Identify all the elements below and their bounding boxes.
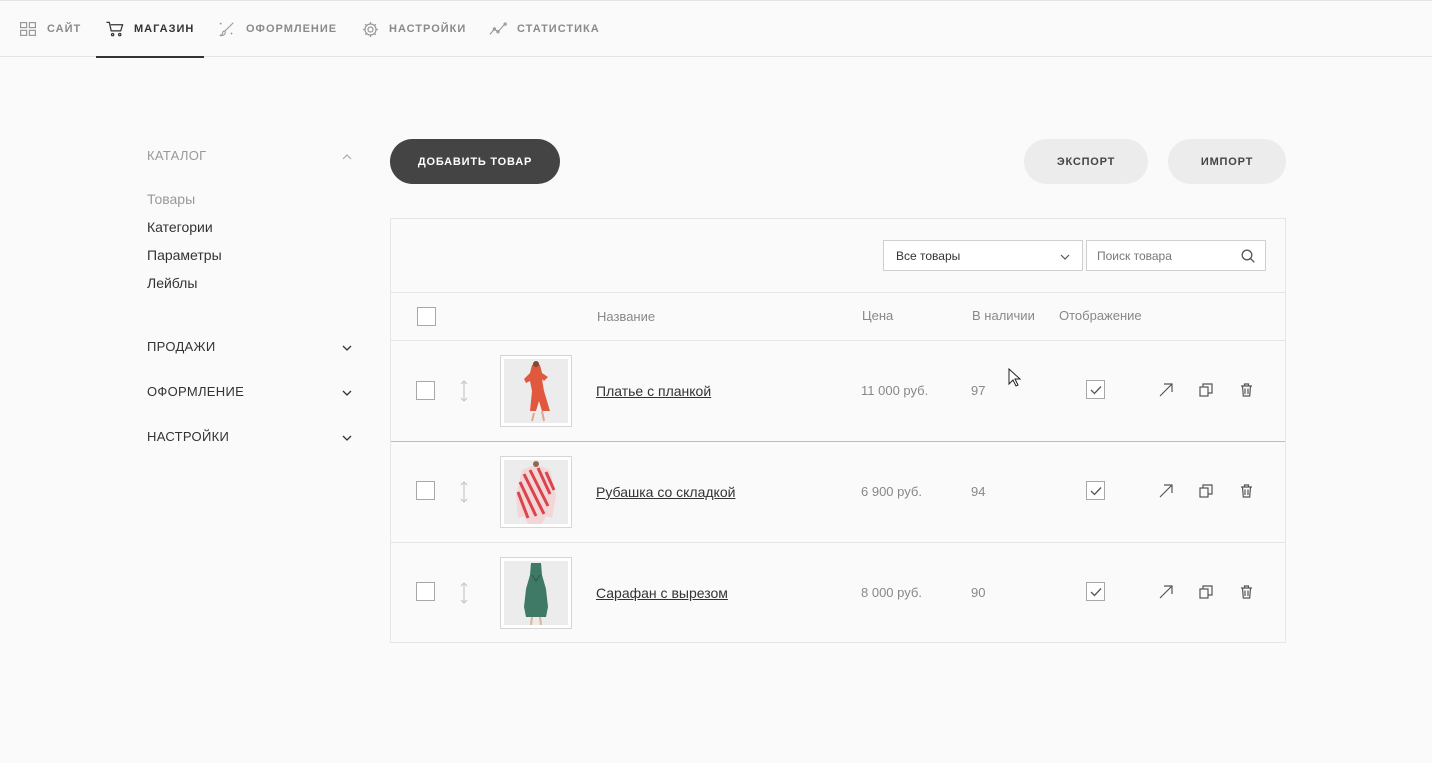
delete-icon[interactable] <box>1238 584 1254 600</box>
chevron-up-icon <box>342 148 352 163</box>
sidebar-item-parameters[interactable]: Параметры <box>147 241 352 269</box>
product-image <box>504 359 568 423</box>
visibility-checkbox[interactable] <box>1086 582 1105 601</box>
search-icon[interactable] <box>1241 249 1255 268</box>
open-link-icon[interactable] <box>1158 483 1174 499</box>
sidebar-item-products[interactable]: Товары <box>147 185 352 213</box>
product-thumbnail[interactable] <box>500 557 572 629</box>
filter-selected-value: Все товары <box>896 248 961 263</box>
sidebar-section-sales[interactable]: ПРОДАЖИ <box>147 339 352 354</box>
product-image <box>504 561 568 625</box>
column-header-stock[interactable]: В наличии <box>972 308 1035 323</box>
gear-icon <box>361 20 379 38</box>
top-navigation: САЙТ МАГАЗИН ОФОРМЛЕНИЕ НАСТРОЙКИ СТАТИС… <box>0 0 1432 58</box>
sidebar-section-label: ОФОРМЛЕНИЕ <box>147 384 245 399</box>
cart-icon <box>106 20 124 38</box>
column-header-visibility[interactable]: Отображение <box>1059 308 1142 323</box>
table-header: Название Цена В наличии Отображение <box>391 292 1285 341</box>
product-thumbnail[interactable] <box>500 456 572 528</box>
export-button[interactable]: ЭКСПОРТ <box>1024 139 1148 184</box>
products-panel: Все товары Название Цена В наличии Отобр… <box>390 218 1286 643</box>
column-header-price[interactable]: Цена <box>862 308 893 323</box>
product-thumbnail[interactable] <box>500 355 572 427</box>
product-name-link[interactable]: Платье с планкой <box>596 383 711 399</box>
check-icon <box>1090 486 1101 495</box>
nav-item-statistics[interactable]: СТАТИСТИКА <box>489 1 600 57</box>
duplicate-icon[interactable] <box>1198 584 1214 600</box>
chevron-down-icon <box>342 339 352 354</box>
chevron-down-icon <box>342 429 352 444</box>
column-header-name[interactable]: Название <box>597 309 655 324</box>
sidebar: КАТАЛОГ Товары Категории Параметры Лейбл… <box>147 148 352 444</box>
row-checkbox[interactable] <box>416 582 435 601</box>
sidebar-section-settings[interactable]: НАСТРОЙКИ <box>147 429 352 444</box>
product-stock: 94 <box>971 484 986 499</box>
nav-item-design[interactable]: ОФОРМЛЕНИЕ <box>218 1 337 57</box>
table-row: Платье с планкой 11 000 руб. 97 <box>391 341 1285 442</box>
product-price: 8 000 руб. <box>861 585 922 600</box>
row-checkbox[interactable] <box>416 381 435 400</box>
check-icon <box>1090 385 1101 394</box>
product-name-link[interactable]: Сарафан с вырезом <box>596 585 728 601</box>
nav-item-settings[interactable]: НАСТРОЙКИ <box>361 1 466 57</box>
nav-label: МАГАЗИН <box>134 23 195 35</box>
chevron-down-icon <box>1060 249 1070 263</box>
product-price: 11 000 руб. <box>861 383 929 398</box>
grid-icon <box>19 20 37 38</box>
product-stock: 90 <box>971 585 986 600</box>
nav-label: ОФОРМЛЕНИЕ <box>246 23 338 35</box>
nav-label: СТАТИСТИКА <box>517 23 600 35</box>
product-image <box>504 460 568 524</box>
sidebar-item-categories[interactable]: Категории <box>147 213 352 241</box>
product-filter-select[interactable]: Все товары <box>883 240 1083 271</box>
nav-item-shop[interactable]: МАГАЗИН <box>95 1 205 58</box>
add-product-button[interactable]: ДОБАВИТЬ ТОВАР <box>390 139 560 184</box>
drag-handle-icon[interactable] <box>457 481 471 503</box>
sidebar-section-label: ПРОДАЖИ <box>147 339 216 354</box>
table-row: Рубашка со складкой 6 900 руб. 94 <box>391 442 1285 543</box>
open-link-icon[interactable] <box>1158 584 1174 600</box>
nav-item-site[interactable]: САЙТ <box>19 1 81 57</box>
check-icon <box>1090 587 1101 596</box>
duplicate-icon[interactable] <box>1198 382 1214 398</box>
select-all-checkbox[interactable] <box>417 307 436 326</box>
search-input[interactable] <box>1087 248 1232 263</box>
import-button[interactable]: ИМПОРТ <box>1168 139 1286 184</box>
product-name-link[interactable]: Рубашка со складкой <box>596 484 735 500</box>
product-stock: 97 <box>971 383 986 398</box>
delete-icon[interactable] <box>1238 382 1254 398</box>
duplicate-icon[interactable] <box>1198 483 1214 499</box>
table-row: Сарафан с вырезом 8 000 руб. 90 <box>391 543 1285 644</box>
visibility-checkbox[interactable] <box>1086 380 1105 399</box>
sidebar-item-labels[interactable]: Лейблы <box>147 269 352 297</box>
drag-handle-icon[interactable] <box>457 380 471 402</box>
chart-icon <box>489 20 507 38</box>
sidebar-section-catalog[interactable]: КАТАЛОГ <box>147 148 352 163</box>
mouse-cursor-icon <box>1008 367 1022 393</box>
brush-icon <box>218 20 236 38</box>
sidebar-section-label: КАТАЛОГ <box>147 148 207 163</box>
product-price: 6 900 руб. <box>861 484 922 499</box>
nav-label: САЙТ <box>47 23 82 35</box>
delete-icon[interactable] <box>1238 483 1254 499</box>
sidebar-section-label: НАСТРОЙКИ <box>147 429 230 444</box>
product-search <box>1086 240 1266 271</box>
drag-handle-icon[interactable] <box>457 582 471 604</box>
sidebar-section-design[interactable]: ОФОРМЛЕНИЕ <box>147 384 352 399</box>
row-checkbox[interactable] <box>416 481 435 500</box>
nav-label: НАСТРОЙКИ <box>389 23 467 35</box>
chevron-down-icon <box>342 384 352 399</box>
open-link-icon[interactable] <box>1158 382 1174 398</box>
visibility-checkbox[interactable] <box>1086 481 1105 500</box>
